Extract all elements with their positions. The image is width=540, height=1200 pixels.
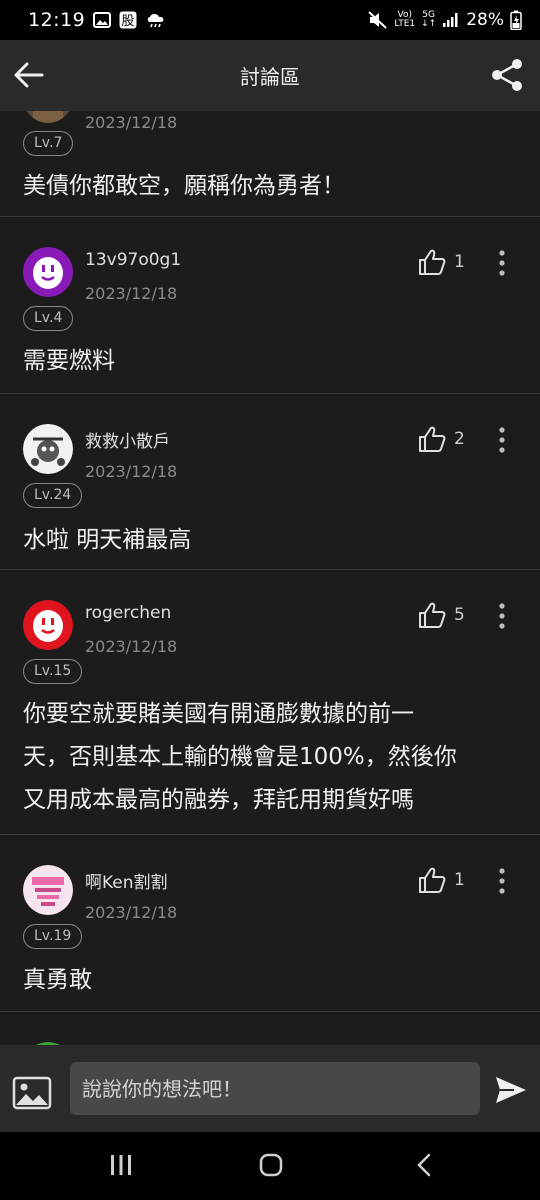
avatar[interactable]: [23, 865, 73, 915]
comment-text: 美債你都敢空，願稱你為勇者！: [23, 173, 345, 199]
comment-input[interactable]: [70, 1062, 480, 1115]
back-nav-icon[interactable]: [414, 1152, 436, 1178]
comment-item: 啊Ken割割 2023/12/18 Lv.19 1 真勇敢: [0, 835, 540, 1012]
like-button[interactable]: 1: [418, 248, 465, 276]
comment-item: 救救小散戶 2023/12/18 Lv.24 2 水啦 明天補最高: [0, 394, 540, 570]
comment-text-line: 你要空就要賭美國有開通膨數據的前一: [23, 701, 414, 727]
weather-notification-icon: [145, 12, 167, 28]
like-count: 5: [454, 605, 465, 625]
comment-text: 水啦 明天補最高: [23, 527, 192, 553]
more-options-icon[interactable]: [494, 250, 510, 276]
recent-apps-icon[interactable]: [108, 1152, 134, 1178]
thumbs-up-icon: [419, 602, 446, 628]
svg-text:股: 股: [122, 14, 135, 29]
thumbs-up-icon: [419, 426, 446, 452]
network-type-indicator: 5G ↓↑: [421, 10, 437, 29]
user-level-badge: Lv.19: [23, 924, 83, 949]
thumbs-up-icon: [419, 249, 446, 275]
user-level-badge: Lv.24: [23, 483, 83, 508]
comment-date: 2023/12/18: [85, 284, 178, 303]
battery-charging-icon: [510, 10, 522, 30]
avatar[interactable]: [23, 424, 73, 474]
thumbs-up-icon: [419, 867, 446, 893]
username[interactable]: 救救小散戶: [85, 427, 170, 452]
user-level-badge: Lv.15: [23, 659, 83, 684]
user-level-badge: Lv.4: [23, 306, 74, 331]
avatar[interactable]: [23, 600, 73, 650]
image-attach-icon[interactable]: [12, 1076, 52, 1110]
comment-text: 真勇敢: [23, 967, 92, 993]
comment-item: 13v97o0g1 2023/12/18 Lv.4 1 需要燃料: [0, 217, 540, 394]
volte-indicator: Vo) LTE1: [394, 10, 416, 29]
user-level-badge: Lv.7: [23, 131, 74, 156]
comment-item: [0, 1012, 540, 1045]
comment-date: 2023/12/18: [85, 462, 178, 481]
comment-text: 你要空就要賭美國有開通膨數據的前一 天，否則基本上輸的機會是100%，然後你 又…: [23, 693, 523, 822]
comment-date: 2023/12/18: [85, 637, 178, 656]
system-navigation-bar: [0, 1132, 540, 1200]
comment-text-line: 又用成本最高的融券，拜託用期貨好嗎: [23, 787, 414, 813]
app-bar: 討論區: [0, 40, 540, 111]
avatar[interactable]: [23, 247, 73, 297]
back-arrow-icon[interactable]: [12, 58, 46, 92]
comment-item: rogerchen 2023/12/18 Lv.15 5 你要空就要賭美國有開通…: [0, 570, 540, 835]
share-icon[interactable]: [490, 57, 524, 93]
like-button[interactable]: 2: [418, 425, 465, 453]
battery-percent: 28%: [466, 10, 504, 30]
username[interactable]: rogerchen: [85, 603, 171, 623]
comment-date: 2023/12/18: [85, 903, 178, 922]
send-icon[interactable]: [494, 1075, 528, 1105]
status-bar: 12:19 股 Vo) LTE1 5G ↓↑ 28%: [0, 0, 540, 40]
home-icon[interactable]: [258, 1152, 284, 1178]
like-count: 1: [454, 870, 465, 890]
like-count: 2: [454, 429, 465, 449]
comment-text: 需要燃料: [23, 348, 115, 374]
more-options-icon[interactable]: [494, 868, 510, 894]
avatar[interactable]: [23, 111, 73, 123]
mute-icon: [368, 11, 388, 29]
more-options-icon[interactable]: [494, 427, 510, 453]
like-button[interactable]: 5: [418, 601, 465, 629]
signal-icon: [442, 12, 460, 28]
gallery-notification-icon: [93, 12, 112, 28]
like-count: 1: [454, 252, 465, 272]
username[interactable]: 啊Ken割割: [85, 868, 168, 893]
more-options-icon[interactable]: [494, 603, 510, 629]
comments-list[interactable]: 2023/12/18 Lv.7 美債你都敢空，願稱你為勇者！ 13v97o0g1…: [0, 111, 540, 1045]
clock: 12:19: [28, 9, 86, 31]
username[interactable]: 13v97o0g1: [85, 250, 181, 270]
like-button[interactable]: 1: [418, 866, 465, 894]
page-title: 討論區: [240, 65, 300, 89]
comment-item: 2023/12/18 Lv.7 美債你都敢空，願稱你為勇者！: [0, 111, 540, 217]
comment-text-line: 天，否則基本上輸的機會是100%，然後你: [23, 744, 457, 770]
stock-app-notification-icon: 股: [119, 11, 137, 29]
comment-date: 2023/12/18: [85, 113, 178, 132]
